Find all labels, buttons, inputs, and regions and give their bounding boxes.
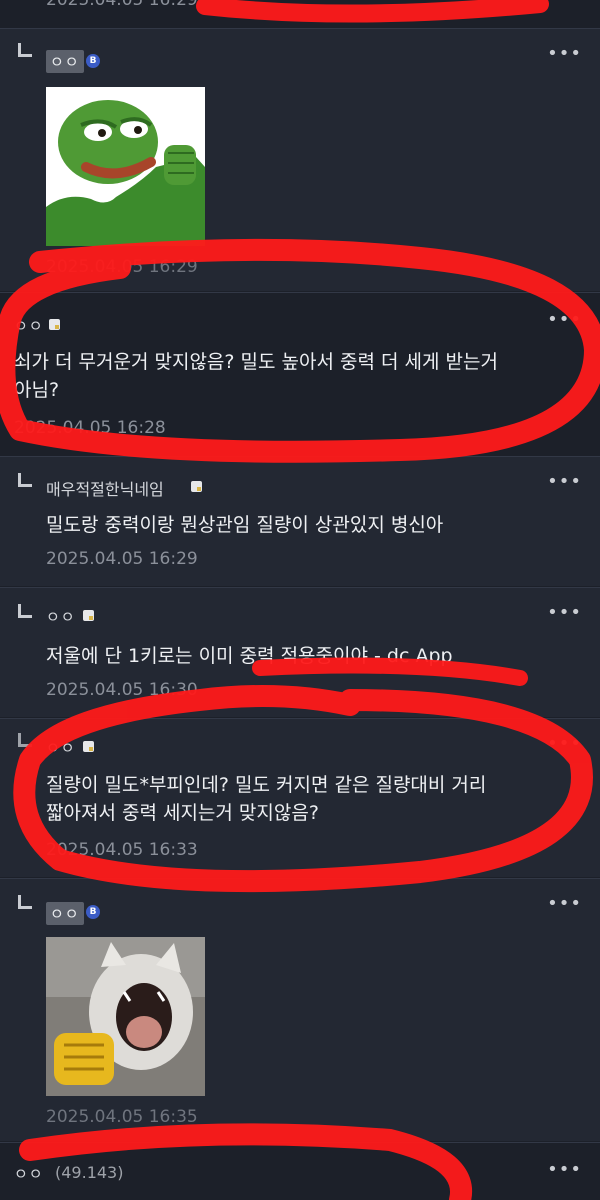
comment-date: 2025.04.05 16:29: [46, 257, 198, 277]
comment-0: 2025.04.05 16:29: [0, 0, 600, 28]
fixed-nick-icon: [83, 741, 94, 752]
comment-5: ㅇㅇ ••• 질량이 밀도*부피인데? 밀도 커지면 같은 질량대비 거리 짧아…: [0, 719, 600, 877]
comment-date: 2025.04.05 16:35: [46, 1107, 198, 1127]
comment-6: ㅇㅇ B ••• 2025.04.05 16:35: [0, 879, 600, 1141]
comment-date: 2025.04.05 16:33: [46, 840, 198, 860]
user-badge-icon: B: [86, 905, 100, 919]
user-badge-icon: B: [86, 54, 100, 68]
comment-nickname[interactable]: ㅇㅇ: [46, 737, 76, 758]
comment-date: 2025.04.05 16:29: [46, 549, 198, 569]
comment-nickname[interactable]: ㅇㅇ: [46, 606, 76, 627]
comment-text: 저울에 단 1키로는 이미 중력 적용중이야 - dc App: [46, 645, 453, 667]
comment-4: ㅇㅇ ••• 저울에 단 1키로는 이미 중력 적용중이야 - dc App 2…: [0, 588, 600, 717]
comment-nickname[interactable]: ㅇㅇ: [46, 50, 84, 73]
comment-2: ㅇㅇ ••• 쇠가 더 무거운거 맞지않음? 밀도 높아서 중력 더 세게 받는…: [0, 293, 600, 455]
more-options-button[interactable]: •••: [547, 733, 582, 754]
comment-7: ㅇㅇ (49.143) •••: [0, 1143, 600, 1200]
comment-nickname[interactable]: 매우적절한닉네임: [46, 476, 164, 500]
more-options-button[interactable]: •••: [547, 471, 582, 492]
more-options-button[interactable]: •••: [547, 43, 582, 64]
comment-1: ㅇㅇ B ••• 2025.04.05 16:29: [0, 29, 600, 291]
comment-date: 2025.04.05 16:28: [14, 418, 166, 438]
comment-text: 쇠가 더 무거운거 맞지않음? 밀도 높아서 중력 더 세게 받는거 아님?: [14, 348, 594, 404]
comment-nickname[interactable]: ㅇㅇ: [46, 902, 84, 925]
reply-arrow-icon: [18, 895, 32, 909]
comment-3: 매우적절한닉네임 ••• 밀도랑 중력이랑 뭔상관임 질량이 상관있지 병신아 …: [0, 457, 600, 586]
more-options-button[interactable]: •••: [547, 1159, 582, 1180]
reply-arrow-icon: [18, 733, 32, 747]
comment-date: 2025.04.05 16:29: [46, 0, 198, 10]
fixed-nick-icon: [191, 481, 202, 492]
comment-text: 밀도랑 중력이랑 뭔상관임 질량이 상관있지 병신아: [46, 514, 444, 536]
fixed-nick-icon: [83, 610, 94, 621]
more-options-button[interactable]: •••: [547, 893, 582, 914]
comment-text-line: 짧아져서 중력 세지는거 맞지않음?: [46, 802, 319, 824]
comment-text-line: 아님?: [14, 379, 60, 401]
comment-date: 2025.04.05 16:30: [46, 680, 198, 700]
fixed-nick-icon: [49, 319, 60, 330]
comment-text-line: 쇠가 더 무거운거 맞지않음? 밀도 높아서 중력 더 세게 받는거: [14, 351, 498, 373]
reply-arrow-icon: [18, 473, 32, 487]
comment-ip: (49.143): [55, 1163, 124, 1182]
reply-arrow-icon: [18, 43, 32, 57]
comment-text: 질량이 밀도*부피인데? 밀도 커지면 같은 질량대비 거리 짧아져서 중력 세…: [46, 771, 586, 827]
comment-nickname[interactable]: ㅇㅇ: [14, 315, 44, 336]
comment-text-line: 질량이 밀도*부피인데? 밀도 커지면 같은 질량대비 거리: [46, 774, 487, 796]
reply-arrow-icon: [18, 604, 32, 618]
comment-nickname[interactable]: ㅇㅇ: [14, 1163, 44, 1184]
screaming-cat-image[interactable]: [46, 937, 205, 1096]
pepe-frog-image[interactable]: [46, 87, 205, 246]
more-options-button[interactable]: •••: [547, 309, 582, 330]
more-options-button[interactable]: •••: [547, 602, 582, 623]
